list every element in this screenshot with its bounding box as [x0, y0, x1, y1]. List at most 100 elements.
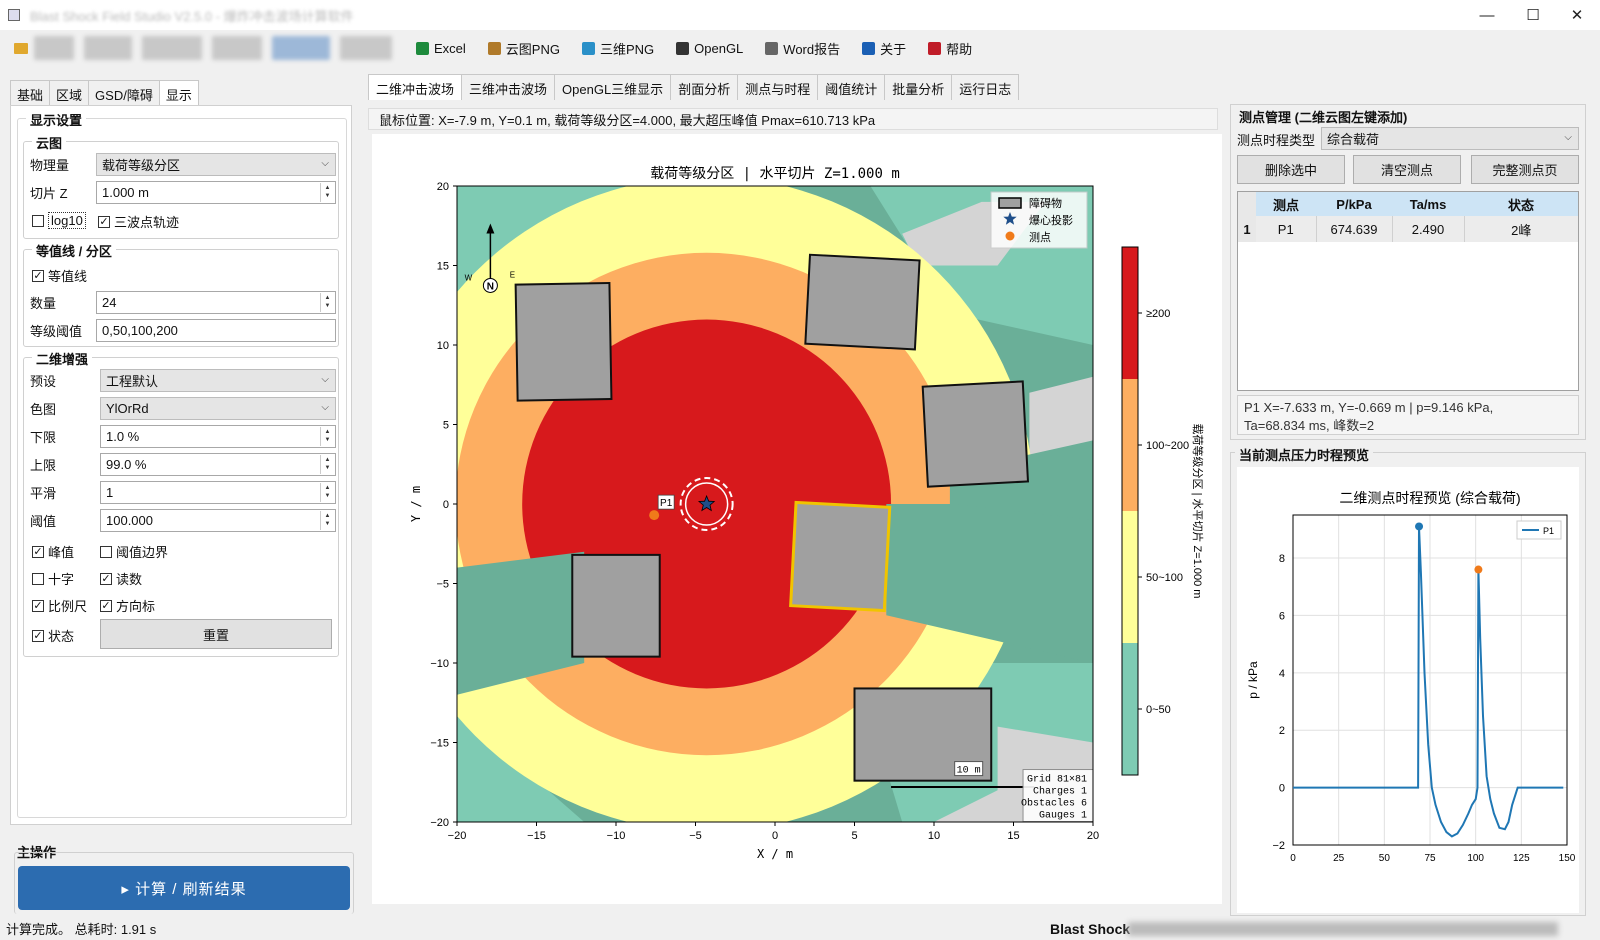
colorbar-segment — [1122, 511, 1138, 643]
spin-arrows-icon[interactable]: ▲ ▼ — [320, 454, 334, 474]
chevron-down-icon: ⌵ — [321, 401, 329, 413]
toolbar-button-document[interactable]: Word报告 — [765, 39, 840, 58]
threshold-spinbox[interactable]: 100.000 ▲ ▼ — [100, 508, 336, 532]
timehistory-canvas[interactable]: 二维测点时程预览 (综合载荷) 0 25 50 75 100 125 150 8 6 4 2 0 −2 p … — [1237, 467, 1579, 913]
preset-label: 预设 — [30, 373, 57, 389]
x-tick-label: −20 — [448, 830, 467, 842]
blurred-toolbar-item[interactable] — [340, 36, 392, 60]
heatmap-svg[interactable]: P1 N W E 10 m Grid 81×81Charges 1Obstacles 6G… — [372, 134, 1222, 904]
minimize-button[interactable]: — — [1464, 0, 1510, 30]
north-arrow-checkbox[interactable]: ✓ 方向标 — [100, 596, 155, 615]
table-row[interactable]: 1 P1 674.639 2.490 2峰 — [1238, 216, 1578, 242]
checkbox-box — [100, 545, 112, 558]
scale-bar-label: 10 m — [957, 766, 981, 777]
toolbar-button-help[interactable]: 帮助 — [928, 39, 972, 58]
obstacle-rect — [514, 281, 613, 402]
tab-basic[interactable]: 基础 — [10, 80, 51, 106]
toolbar-button-monitor[interactable]: OpenGL — [676, 41, 743, 56]
blurred-toolbar-item[interactable] — [34, 36, 74, 60]
contour-label: 等值线 — [48, 269, 88, 284]
contour-checkbox[interactable]: ✓ 等值线 — [32, 266, 87, 285]
smooth-spinbox[interactable]: 1 ▲ ▼ — [100, 480, 336, 504]
levels-input[interactable]: 0,50,100,200 — [96, 318, 336, 342]
heatmap-canvas[interactable]: P1 N W E 10 m Grid 81×81 Charges 1 Obstacles 6G… — [372, 134, 1222, 904]
tab-2d-field[interactable]: 二维冲击波场 — [368, 74, 463, 100]
peak-checkbox[interactable]: ✓ 峰值 — [32, 542, 74, 561]
spin-arrows-icon[interactable]: ▲ ▼ — [320, 482, 334, 502]
spin-arrows-icon[interactable]: ▲ ▼ — [320, 426, 334, 446]
quantity-select[interactable]: 载荷等级分区 ⌵ — [96, 152, 336, 176]
image-icon — [487, 41, 501, 55]
preset-select[interactable]: 工程默认 ⌵ — [100, 368, 336, 392]
obstacle-rect — [921, 380, 1030, 488]
toolbar-button-image[interactable]: 云图PNG — [487, 39, 560, 58]
spin-arrows-icon[interactable]: ▲ ▼ — [320, 510, 334, 530]
count-spinbox[interactable]: 24 ▲ ▼ — [96, 290, 336, 314]
spin-arrows-icon[interactable]: ▲ ▼ — [320, 182, 334, 202]
reset-button[interactable]: 重置 — [100, 619, 332, 649]
threshold-boundary-checkbox[interactable]: 阈值边界 — [100, 542, 168, 561]
maximize-button[interactable]: ☐ — [1510, 0, 1556, 30]
blurred-toolbar-item[interactable] — [272, 36, 330, 60]
tab-threshold-stats[interactable]: 阈值统计 — [817, 74, 886, 100]
gauge-table[interactable]: 测点 P/kPa Ta/ms 状态 1 P1 674.639 2.490 2峰 — [1237, 191, 1579, 391]
status-checkbox[interactable]: ✓ 状态 — [32, 626, 74, 645]
y-tick-label: −15 — [430, 738, 449, 750]
gauge-info-box: P1 X=-7.633 m, Y=-0.669 m | p=9.146 kPa,… — [1237, 395, 1579, 435]
delete-selected-button[interactable]: 删除选中 — [1237, 155, 1345, 184]
tab-gauges[interactable]: 测点与时程 — [737, 74, 819, 100]
column-header[interactable]: Ta/ms — [1392, 192, 1464, 216]
readout-checkbox[interactable]: ✓ 读数 — [100, 569, 142, 588]
east-label: E — [510, 270, 515, 279]
upper-spinbox[interactable]: 99.0 % ▲ ▼ — [100, 452, 336, 476]
tab-log[interactable]: 运行日志 — [951, 74, 1020, 100]
column-header[interactable]: 状态 — [1464, 192, 1578, 216]
log10-label: log10 — [48, 212, 86, 229]
spin-arrows-icon[interactable]: ▲ ▼ — [320, 292, 334, 312]
log10-checkbox[interactable]: log10 — [32, 212, 86, 229]
column-header[interactable]: 测点 — [1256, 192, 1316, 216]
blurred-toolbar-item[interactable] — [142, 36, 202, 60]
toolbar-button-excel[interactable]: Excel — [416, 41, 466, 56]
colorbar-segment — [1122, 643, 1138, 775]
tab-gsd-obstacle[interactable]: GSD/障碍 — [88, 80, 160, 106]
timehistory-svg[interactable]: 二维测点时程预览 (综合载荷) 0 25 50 75 100 125 150 8 6 4 2 0 −2 p … — [1237, 467, 1579, 913]
slice-z-spinbox[interactable]: 1.000 m ▲ ▼ — [96, 180, 336, 204]
tab-region[interactable]: 区域 — [49, 80, 90, 106]
lower-spinbox[interactable]: 1.0 % ▲ ▼ — [100, 424, 336, 448]
blurred-toolbar-item[interactable] — [212, 36, 262, 60]
toolbar-button-label: 云图PNG — [505, 41, 560, 57]
gauge-info-line2: Ta=68.834 ms, 峰数=2 — [1244, 418, 1375, 433]
x-tick-label: 20 — [1087, 830, 1099, 842]
tab-batch[interactable]: 批量分析 — [884, 74, 953, 100]
crosshair-checkbox[interactable]: 十字 — [32, 569, 74, 588]
scalebar-checkbox[interactable]: ✓ 比例尺 — [32, 596, 87, 615]
help-icon — [928, 41, 942, 55]
clear-gauges-button[interactable]: 清空测点 — [1353, 155, 1461, 184]
x-axis-label: X / m — [757, 847, 793, 861]
toolbar-button-info[interactable]: 关于 — [862, 39, 906, 58]
full-gauge-page-button[interactable]: 完整测点页 — [1471, 155, 1579, 184]
colormap-select[interactable]: YlOrRd ⌵ — [100, 396, 336, 420]
column-header[interactable]: P/kPa — [1316, 192, 1392, 216]
trace-label: 三波点轨迹 — [114, 215, 180, 230]
readout-label: 读数 — [116, 572, 143, 587]
y-tick-label: 0 — [443, 499, 449, 511]
compute-button[interactable]: ▸ 计算 / 刷新结果 — [18, 866, 350, 910]
tab-display[interactable]: 显示 — [158, 80, 199, 106]
preset-value: 工程默认 — [106, 373, 159, 389]
app-icon — [8, 9, 20, 21]
lower-value: 1.0 % — [106, 428, 140, 444]
blurred-toolbar-item[interactable] — [84, 36, 132, 60]
tab-opengl[interactable]: OpenGL三维显示 — [554, 74, 672, 100]
colorbar-label: 50~100 — [1146, 572, 1183, 584]
gauge-type-select[interactable]: 综合载荷 ⌵ — [1321, 127, 1579, 150]
trace-checkbox[interactable]: ✓ 三波点轨迹 — [98, 212, 179, 231]
close-button[interactable]: ✕ — [1554, 0, 1600, 30]
quantity-label: 物理量 — [30, 157, 70, 173]
tab-3d-field[interactable]: 三维冲击波场 — [461, 74, 556, 100]
open-folder-icon[interactable] — [14, 42, 28, 54]
tab-profile[interactable]: 剖面分析 — [670, 74, 739, 100]
toolbar-button-globe[interactable]: 三维PNG — [581, 39, 654, 58]
x-tick-label: 50 — [1379, 853, 1391, 864]
